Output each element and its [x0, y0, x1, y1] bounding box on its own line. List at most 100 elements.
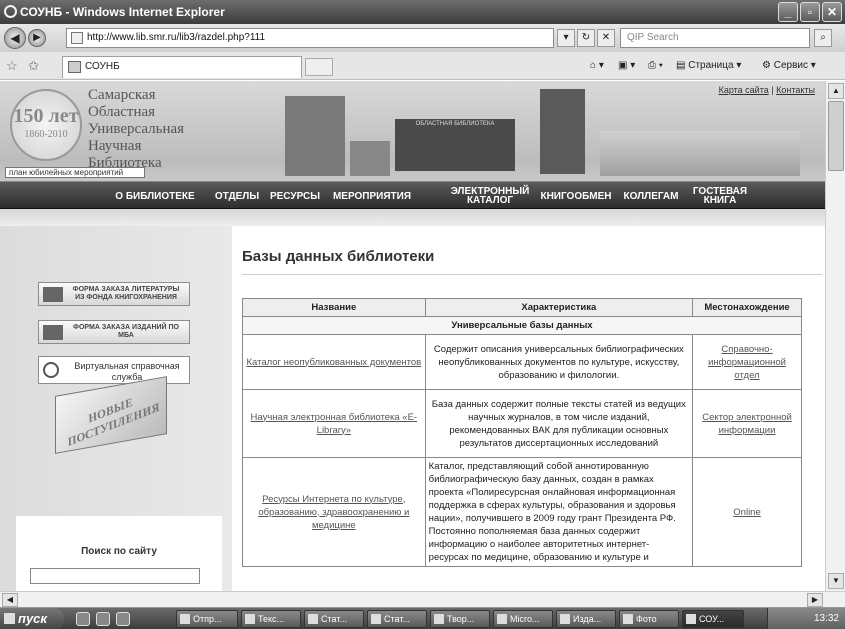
database-link[interactable]: Ресурсы Интернета по культуре, образован… — [258, 494, 409, 531]
location-link[interactable]: Сектор электронной информации — [702, 412, 792, 436]
favorites-star-icon[interactable]: ☆ — [6, 58, 18, 74]
app-icon — [371, 614, 381, 624]
taskbar-item-label: Изда... — [573, 614, 602, 624]
vertical-scrollbar[interactable]: ▲ ▼ — [825, 81, 845, 591]
back-button[interactable]: ◀ — [4, 27, 26, 49]
close-button[interactable]: ✕ — [822, 2, 842, 22]
sitemap-link[interactable]: Карта сайта — [719, 85, 769, 95]
quicklaunch-ie-icon[interactable] — [76, 612, 90, 626]
title-bar: СОУНБ - Windows Internet Explorer _ ▫ ✕ — [0, 0, 845, 24]
folder-icon — [308, 614, 318, 624]
order-mba-button[interactable]: ФОРМА ЗАКАЗА ИЗДАНИЙ ПО МБА — [38, 320, 190, 344]
nav-departments[interactable]: ОТДЕЛЫ — [212, 182, 262, 210]
scroll-thumb[interactable] — [828, 101, 844, 171]
tab-bar: ☆ ✩ СОУНБ ⌂ ▾ ▣ ▾ ⎙ ▾ ▤ Страница ▾ ⚙ Сер… — [0, 52, 845, 80]
table-row: Ресурсы Интернета по культуре, образован… — [242, 457, 802, 567]
new-arrivals-banner[interactable]: НОВЫЕ ПОСТУПЛЕНИЯ — [55, 376, 167, 454]
banner-bottom-stripe — [0, 210, 825, 226]
nav-colleagues[interactable]: КОЛЛЕГАМ — [617, 182, 685, 210]
feeds-icon[interactable]: ▣ ▾ — [618, 60, 635, 71]
left-sidebar: ФОРМА ЗАКАЗА ЛИТЕРАТУРЫ ИЗ ФОНДА КНИГОХР… — [0, 226, 232, 591]
order-literature-button[interactable]: ФОРМА ЗАКАЗА ЛИТЕРАТУРЫ ИЗ ФОНДА КНИГОХР… — [38, 282, 190, 306]
search-input[interactable]: QIP Search — [620, 28, 810, 48]
scroll-left-icon[interactable]: ◀ — [2, 593, 18, 607]
quicklaunch-desktop-icon[interactable] — [116, 612, 130, 626]
taskbar-item[interactable]: Текс... — [241, 610, 301, 628]
order-literature-label: ФОРМА ЗАКАЗА ЛИТЕРАТУРЫ ИЗ ФОНДА КНИГОХР… — [72, 286, 180, 301]
library-name-line: Научная — [88, 138, 142, 154]
ie-icon — [686, 614, 696, 624]
database-link[interactable]: Научная электронная библиотека «E-Librar… — [251, 412, 418, 436]
site-search-box: Поиск по сайту — [16, 516, 222, 591]
order-mba-label: ФОРМА ЗАКАЗА ИЗДАНИЙ ПО МБА — [73, 324, 179, 339]
window-title: СОУНБ - Windows Internet Explorer — [20, 5, 225, 19]
page-menu[interactable]: ▤ Страница ▾ — [676, 60, 741, 71]
search-icon[interactable]: ⌕ — [814, 29, 832, 47]
building-wing-image — [350, 141, 390, 176]
taskbar-item[interactable]: Стат... — [367, 610, 427, 628]
taskbar-item-label: Текс... — [258, 614, 285, 624]
page-icon — [71, 32, 83, 44]
dropdown-chevron-icon[interactable]: ▾ — [557, 29, 575, 47]
title-divider — [242, 274, 822, 275]
taskbar-item-label: СОУ... — [699, 614, 725, 624]
scroll-up-icon[interactable]: ▲ — [828, 83, 844, 99]
building-sign: ОБЛАСТНАЯ БИБЛИОТЕКА — [415, 121, 495, 127]
table-cell-location: Сектор электронной информации — [692, 389, 802, 458]
taskbar-item[interactable]: Фото — [619, 610, 679, 628]
home-icon[interactable]: ⌂ ▾ — [590, 60, 604, 71]
maximize-button[interactable]: ▫ — [800, 2, 820, 22]
table-section-row: Универсальные базы данных — [242, 316, 802, 335]
contacts-link[interactable]: Контакты — [776, 85, 815, 95]
app-icon — [497, 614, 507, 624]
nav-guestbook[interactable]: ГОСТЕВАЯ КНИГА — [690, 182, 750, 210]
site-banner: 150 лет 1860-2010 Самарская Областная Ун… — [0, 81, 825, 226]
table-row: Каталог неопубликованных документов Соде… — [242, 334, 802, 390]
main-content: Базы данных библиотеки Название Характер… — [242, 226, 825, 591]
taskbar-item-label: Твор... — [447, 614, 475, 624]
city-skyline-image — [600, 131, 800, 176]
table-cell-description: База данных содержит полные тексты стате… — [424, 389, 694, 458]
address-bar[interactable]: http://www.lib.smr.ru/lib3/razdel.php?11… — [66, 28, 554, 48]
new-tab-button[interactable] — [305, 58, 333, 76]
stop-icon[interactable]: ✕ — [597, 29, 615, 47]
site-search-input[interactable] — [30, 568, 200, 584]
jubilee-plan-link[interactable]: план юбилейных мероприятий — [5, 167, 145, 178]
database-link[interactable]: Каталог неопубликованных документов — [246, 357, 421, 368]
table-header-row: Название Характеристика Местонахождение — [242, 298, 802, 317]
quicklaunch-browser-icon[interactable] — [96, 612, 110, 626]
table-cell-name: Ресурсы Интернета по культуре, образован… — [242, 457, 426, 567]
databases-table: Название Характеристика Местонахождение … — [242, 298, 802, 567]
nav-catalog[interactable]: ЭЛЕКТРОННЫЙ КАТАЛОГ — [445, 182, 535, 210]
page-title: Базы данных библиотеки — [242, 248, 435, 265]
scroll-right-icon[interactable]: ▶ — [807, 593, 823, 607]
tab-soynb[interactable]: СОУНБ — [62, 56, 302, 78]
horizontal-scrollbar[interactable]: ◀ ▶ — [0, 591, 845, 607]
service-menu[interactable]: ⚙ Сервис ▾ — [762, 60, 816, 71]
nav-bookswap[interactable]: КНИГООБМЕН — [537, 182, 615, 210]
location-link[interactable]: Online — [733, 507, 760, 518]
taskbar-item[interactable]: Стат... — [304, 610, 364, 628]
print-icon[interactable]: ⎙ ▾ — [648, 60, 663, 71]
taskbar-item[interactable]: Micro... — [493, 610, 553, 628]
browser-window: СОУНБ - Windows Internet Explorer _ ▫ ✕ … — [0, 0, 845, 629]
add-favorite-icon[interactable]: ✩ — [28, 58, 39, 74]
favicon-icon — [68, 61, 81, 73]
forward-button[interactable]: ▶ — [28, 29, 46, 47]
location-link[interactable]: Справочно-информационной отдел — [708, 344, 786, 381]
refresh-icon[interactable]: ↻ — [577, 29, 595, 47]
page-menu-label: Страница — [688, 60, 734, 71]
nav-about[interactable]: О БИБЛИОТЕКЕ — [100, 182, 210, 210]
virtual-help-button[interactable]: Виртуальная справочная служба — [38, 356, 190, 384]
taskbar-item[interactable]: Изда... — [556, 610, 616, 628]
taskbar-item[interactable]: Отпр... — [176, 610, 238, 628]
taskbar-item[interactable]: Твор... — [430, 610, 490, 628]
start-button[interactable]: пуск — [0, 608, 64, 629]
taskbar-item-active[interactable]: СОУ... — [682, 610, 744, 628]
nav-events[interactable]: МЕРОПРИЯТИЯ — [327, 182, 417, 210]
scroll-down-icon[interactable]: ▼ — [828, 573, 844, 589]
table-row: Научная электронная библиотека «E-Librar… — [242, 389, 802, 458]
minimize-button[interactable]: _ — [778, 2, 798, 22]
nav-resources[interactable]: РЕСУРСЫ — [265, 182, 325, 210]
taskbar-item-label: Фото — [636, 614, 657, 624]
